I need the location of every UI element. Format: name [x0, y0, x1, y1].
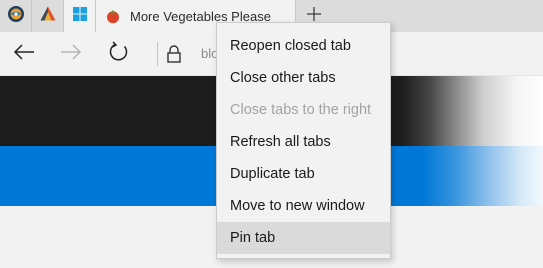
address-separator [157, 42, 158, 66]
pinned-tab-3[interactable] [64, 0, 96, 32]
menu-item-refresh-all-tabs[interactable]: Refresh all tabs [217, 126, 390, 158]
back-button[interactable] [10, 40, 38, 68]
menu-item-move-to-new-window[interactable]: Move to new window [217, 190, 390, 222]
menu-item-pin-tab[interactable]: Pin tab [217, 222, 390, 254]
tab-context-menu: Reopen closed tab Close other tabs Close… [216, 22, 391, 259]
forward-button[interactable] [57, 40, 85, 68]
triangle-logo-icon [39, 5, 57, 28]
compass-app-icon [7, 5, 25, 28]
menu-item-reopen-closed-tab[interactable]: Reopen closed tab [217, 30, 390, 62]
pinned-tab-2[interactable] [32, 0, 64, 32]
menu-item-close-other-tabs[interactable]: Close other tabs [217, 62, 390, 94]
refresh-icon [108, 40, 130, 68]
lock-icon[interactable] [166, 44, 182, 64]
menu-item-close-tabs-to-the-right[interactable]: Close tabs to the right [217, 94, 390, 126]
pinned-tab-1[interactable] [0, 0, 32, 32]
forward-arrow-icon [60, 43, 82, 66]
windows-logo-icon [72, 6, 88, 27]
back-arrow-icon [13, 43, 35, 66]
tomato-icon [105, 8, 121, 24]
refresh-button[interactable] [105, 40, 133, 68]
menu-item-duplicate-tab[interactable]: Duplicate tab [217, 158, 390, 190]
